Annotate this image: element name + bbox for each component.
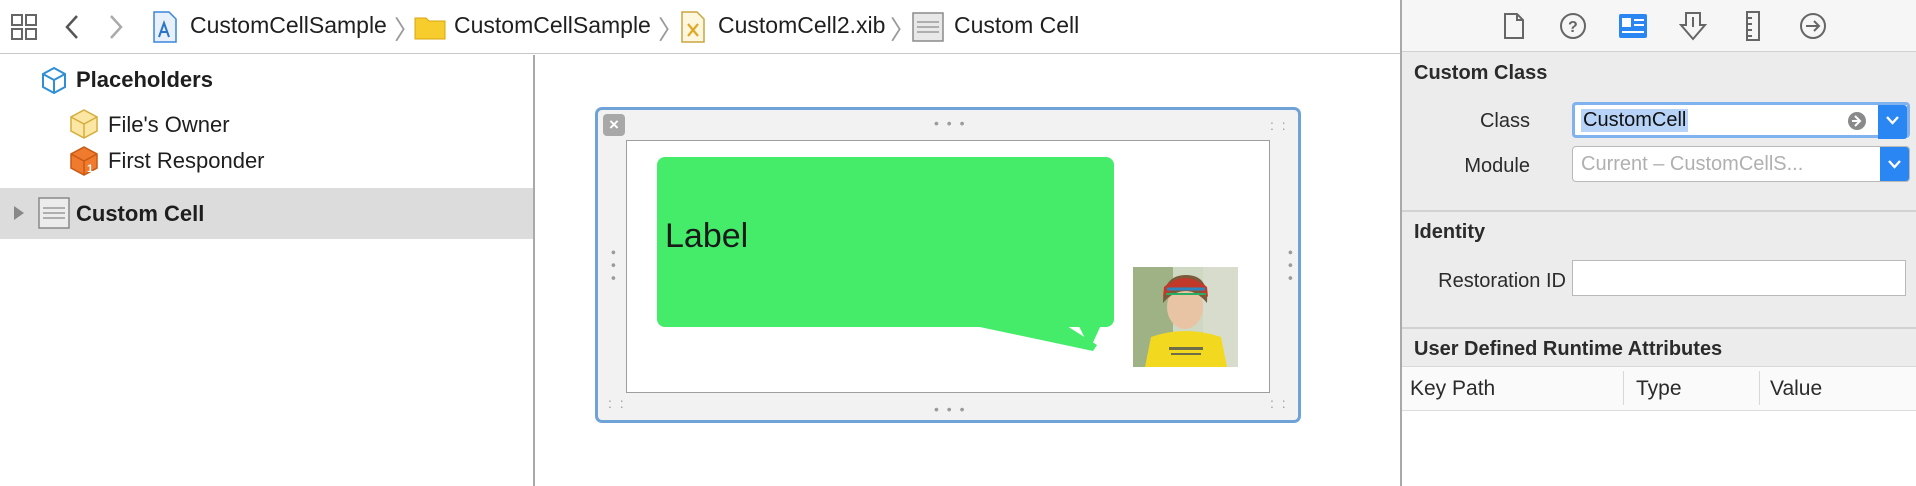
breadcrumb-project[interactable]: CustomCellSample xyxy=(190,12,387,39)
outline-files-owner-label: File's Owner xyxy=(108,112,230,137)
folder-icon xyxy=(414,17,446,40)
outline-first-responder-row[interactable]: 1 First Responder xyxy=(0,142,533,178)
close-icon[interactable]: × xyxy=(603,114,625,136)
custom-class-section-title: Custom Class xyxy=(1414,62,1548,84)
restoration-id-field[interactable] xyxy=(1572,260,1906,296)
size-inspector-icon[interactable] xyxy=(1736,9,1770,43)
identity-section-title: Identity xyxy=(1414,221,1486,243)
document-outline: Placeholders File's Owner 1 First Respon… xyxy=(0,55,535,486)
forward-chevron-icon[interactable] xyxy=(106,12,126,42)
speech-bubble[interactable]: Label xyxy=(657,157,1114,327)
breadcrumb-xib[interactable]: CustomCell2.xib xyxy=(718,12,885,39)
module-combo-box[interactable]: Current – CustomCellS... xyxy=(1572,146,1910,182)
section-divider xyxy=(1402,327,1916,329)
runtime-attributes-section-title: User Defined Runtime Attributes xyxy=(1414,338,1723,360)
class-field-label: Class xyxy=(1479,110,1530,132)
outline-custom-cell-row[interactable]: Custom Cell xyxy=(0,188,533,239)
outline-files-owner-row[interactable]: File's Owner xyxy=(0,106,533,142)
disclosure-triangle-icon[interactable] xyxy=(12,204,26,222)
identity-inspector: ? Custom Class Class CustomCell Module C… xyxy=(1400,0,1916,486)
module-field-label: Module xyxy=(1464,155,1530,177)
inspector-tab-bar: ? xyxy=(1402,0,1916,52)
first-responder-cube-icon: 1 xyxy=(70,146,98,176)
identity-inspector-icon[interactable] xyxy=(1616,9,1650,43)
xib-file-icon xyxy=(681,11,705,43)
custom-cell-frame[interactable]: × • • • : : • • • • • • : : • • • : : La… xyxy=(595,107,1301,423)
module-dropdown-button[interactable] xyxy=(1880,147,1909,181)
jump-bar: CustomCellSample 〉 CustomCellSample 〉 Cu… xyxy=(0,0,1400,54)
class-combo-box[interactable]: CustomCell xyxy=(1572,102,1910,139)
column-header-value[interactable]: Value xyxy=(1770,377,1822,401)
restoration-id-label: Restoration ID xyxy=(1438,270,1566,292)
resize-handle-bottom[interactable]: • • • xyxy=(934,402,966,416)
outline-first-responder-label: First Responder xyxy=(108,148,265,173)
resize-handle-top[interactable]: • • • xyxy=(934,116,966,130)
svg-text:1: 1 xyxy=(87,163,93,175)
breadcrumb-custom-cell[interactable]: Custom Cell xyxy=(954,12,1079,39)
resize-handle-left[interactable]: • • • xyxy=(606,250,622,282)
column-divider xyxy=(1623,371,1624,405)
class-field-value[interactable]: CustomCell xyxy=(1581,109,1689,132)
connections-inspector-icon[interactable] xyxy=(1796,9,1830,43)
back-chevron-icon[interactable] xyxy=(62,12,82,42)
table-cell-icon xyxy=(38,197,70,229)
project-file-icon xyxy=(153,11,177,43)
related-items-grid-icon[interactable] xyxy=(10,13,38,41)
interface-builder-canvas[interactable]: × • • • : : • • • • • • : : • • • : : La… xyxy=(537,55,1400,486)
cell-content-view[interactable]: Label xyxy=(626,140,1270,393)
chevron-down-icon xyxy=(1888,160,1901,169)
resize-handle-top-right[interactable]: : : xyxy=(1270,118,1288,132)
go-to-class-arrow-icon[interactable] xyxy=(1847,111,1867,131)
column-header-key-path[interactable]: Key Path xyxy=(1410,377,1495,401)
chevron-down-icon xyxy=(1886,116,1899,125)
resize-handle-bottom-right[interactable]: : : xyxy=(1270,396,1288,410)
placeholder-cube-icon xyxy=(42,66,66,94)
file-inspector-icon[interactable] xyxy=(1496,9,1530,43)
outline-placeholders-label: Placeholders xyxy=(76,67,213,92)
section-divider xyxy=(1402,210,1916,212)
files-owner-cube-icon xyxy=(70,109,98,139)
runtime-attributes-table[interactable]: Key Path Type Value xyxy=(1402,366,1916,486)
column-header-type[interactable]: Type xyxy=(1636,377,1682,401)
resize-handle-bottom-left[interactable]: : : xyxy=(608,396,626,410)
attributes-inspector-icon[interactable] xyxy=(1676,9,1710,43)
module-field-placeholder[interactable]: Current – CustomCellS... xyxy=(1581,153,1803,176)
breadcrumb-folder[interactable]: CustomCellSample xyxy=(454,12,651,39)
column-divider xyxy=(1759,371,1760,405)
resize-handle-right[interactable]: • • • xyxy=(1283,250,1299,282)
outline-placeholders-row[interactable]: Placeholders xyxy=(0,62,533,98)
outline-custom-cell-label: Custom Cell xyxy=(76,201,205,226)
avatar-image[interactable] xyxy=(1133,267,1238,367)
bubble-label[interactable]: Label xyxy=(665,217,748,256)
class-dropdown-button[interactable] xyxy=(1878,105,1907,139)
table-cell-icon xyxy=(912,12,944,42)
svg-text:?: ? xyxy=(1568,19,1578,36)
quick-help-icon[interactable]: ? xyxy=(1556,9,1590,43)
